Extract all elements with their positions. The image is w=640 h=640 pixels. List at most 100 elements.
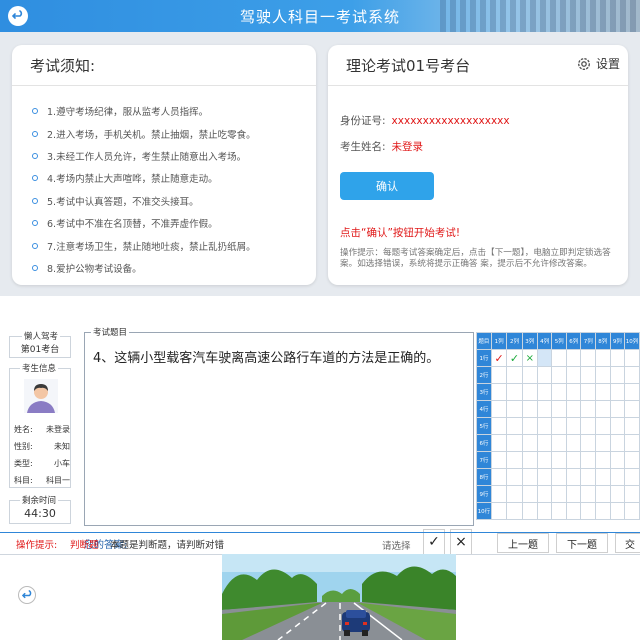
- grid-cell[interactable]: [580, 468, 596, 486]
- grid-cell[interactable]: [521, 366, 538, 384]
- grid-cell[interactable]: [551, 451, 567, 469]
- grid-cell[interactable]: [565, 366, 582, 384]
- grid-cell[interactable]: [551, 468, 567, 486]
- grid-cell[interactable]: [551, 400, 567, 418]
- submit-button[interactable]: 交: [615, 533, 640, 553]
- grid-cell[interactable]: [565, 502, 582, 520]
- grid-cell[interactable]: [624, 485, 640, 503]
- grid-cell[interactable]: ✓: [506, 349, 523, 367]
- grid-cell[interactable]: [536, 400, 553, 418]
- grid-cell[interactable]: [595, 349, 611, 367]
- grid-cell[interactable]: [506, 502, 523, 520]
- grid-cell[interactable]: [521, 468, 538, 486]
- grid-cell[interactable]: [580, 400, 596, 418]
- grid-cell[interactable]: [506, 400, 523, 418]
- grid-cell[interactable]: [490, 434, 508, 452]
- grid-cell[interactable]: [521, 417, 538, 435]
- grid-cell[interactable]: [551, 434, 567, 452]
- settings-button[interactable]: 设置: [576, 55, 620, 72]
- grid-cell[interactable]: [609, 502, 626, 520]
- back-button[interactable]: [18, 586, 36, 604]
- grid-cell[interactable]: [609, 468, 626, 486]
- grid-cell[interactable]: [490, 417, 508, 435]
- grid-cell[interactable]: [609, 417, 626, 435]
- grid-cell[interactable]: [551, 417, 567, 435]
- grid-cell[interactable]: [521, 502, 538, 520]
- grid-cell[interactable]: [609, 400, 626, 418]
- grid-cell[interactable]: [551, 366, 567, 384]
- grid-cell[interactable]: [536, 502, 553, 520]
- grid-cell[interactable]: [521, 485, 538, 503]
- grid-cell[interactable]: [551, 502, 567, 520]
- grid-cell[interactable]: [521, 434, 538, 452]
- grid-cell[interactable]: [490, 502, 508, 520]
- grid-cell[interactable]: [536, 349, 553, 367]
- grid-cell[interactable]: [609, 451, 626, 469]
- grid-cell[interactable]: [565, 400, 582, 418]
- grid-cell[interactable]: [565, 349, 582, 367]
- grid-cell[interactable]: [580, 451, 596, 469]
- grid-cell[interactable]: [624, 400, 640, 418]
- grid-cell[interactable]: [624, 434, 640, 452]
- grid-cell[interactable]: [565, 468, 582, 486]
- grid-cell[interactable]: [624, 502, 640, 520]
- grid-cell[interactable]: [521, 451, 538, 469]
- grid-cell[interactable]: [536, 485, 553, 503]
- grid-cell[interactable]: [565, 485, 582, 503]
- grid-cell[interactable]: [565, 451, 582, 469]
- grid-cell[interactable]: [580, 485, 596, 503]
- grid-cell[interactable]: [609, 383, 626, 401]
- grid-cell[interactable]: [595, 451, 611, 469]
- grid-cell[interactable]: [595, 434, 611, 452]
- grid-cell[interactable]: [536, 434, 553, 452]
- grid-cell[interactable]: [595, 400, 611, 418]
- grid-cell[interactable]: [521, 400, 538, 418]
- grid-cell[interactable]: [609, 434, 626, 452]
- grid-cell[interactable]: [551, 349, 567, 367]
- grid-cell[interactable]: [609, 366, 626, 384]
- grid-cell[interactable]: [490, 468, 508, 486]
- grid-cell[interactable]: [521, 383, 538, 401]
- next-question-button[interactable]: 下一题: [556, 533, 608, 553]
- grid-cell[interactable]: [506, 451, 523, 469]
- grid-cell[interactable]: [506, 485, 523, 503]
- grid-cell[interactable]: [624, 468, 640, 486]
- grid-cell[interactable]: [490, 383, 508, 401]
- grid-cell[interactable]: [595, 383, 611, 401]
- grid-cell[interactable]: [624, 383, 640, 401]
- grid-cell[interactable]: [506, 417, 523, 435]
- grid-cell[interactable]: [580, 349, 596, 367]
- grid-cell[interactable]: [580, 502, 596, 520]
- grid-cell[interactable]: [580, 417, 596, 435]
- grid-cell[interactable]: ×: [521, 349, 538, 367]
- grid-cell[interactable]: [565, 434, 582, 452]
- grid-cell[interactable]: [565, 417, 582, 435]
- grid-cell[interactable]: [506, 383, 523, 401]
- grid-cell[interactable]: [551, 485, 567, 503]
- grid-cell[interactable]: [565, 383, 582, 401]
- grid-cell[interactable]: [580, 383, 596, 401]
- grid-cell[interactable]: [624, 451, 640, 469]
- prev-question-button[interactable]: 上一题: [497, 533, 549, 553]
- grid-cell[interactable]: [536, 468, 553, 486]
- grid-cell[interactable]: [624, 349, 640, 367]
- grid-cell[interactable]: [595, 417, 611, 435]
- grid-cell[interactable]: [490, 485, 508, 503]
- grid-cell[interactable]: [490, 400, 508, 418]
- grid-cell[interactable]: [536, 451, 553, 469]
- grid-cell[interactable]: [595, 366, 611, 384]
- grid-cell[interactable]: [609, 485, 626, 503]
- grid-cell[interactable]: [551, 383, 567, 401]
- grid-cell[interactable]: [595, 502, 611, 520]
- confirm-button[interactable]: 确认: [340, 172, 434, 200]
- grid-cell[interactable]: [506, 366, 523, 384]
- grid-cell[interactable]: [624, 366, 640, 384]
- grid-cell[interactable]: [536, 417, 553, 435]
- grid-cell[interactable]: [536, 366, 553, 384]
- grid-cell[interactable]: [506, 434, 523, 452]
- grid-cell[interactable]: ✓: [490, 349, 508, 367]
- grid-cell[interactable]: [490, 366, 508, 384]
- grid-cell[interactable]: [536, 383, 553, 401]
- grid-cell[interactable]: [580, 434, 596, 452]
- grid-cell[interactable]: [595, 485, 611, 503]
